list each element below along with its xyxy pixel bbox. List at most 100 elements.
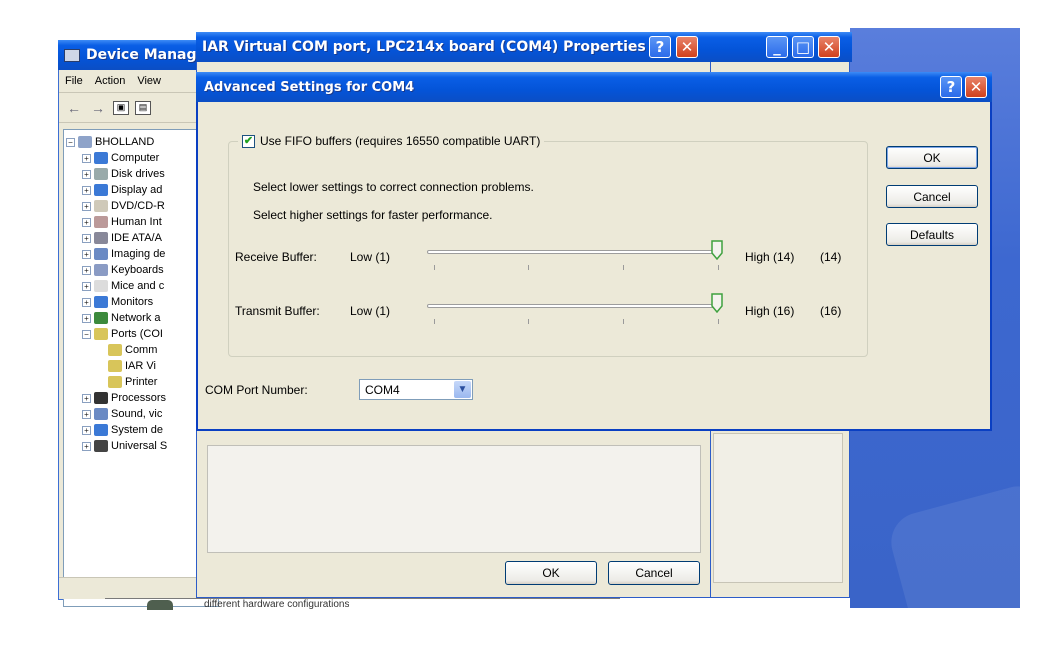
com-port-label: COM Port Number:: [205, 383, 308, 397]
tree-item[interactable]: Printer: [108, 374, 157, 390]
forward-arrow-icon[interactable]: →: [89, 99, 107, 117]
tree-item[interactable]: + Mice and c: [82, 278, 164, 294]
slider-tick: [718, 265, 719, 270]
menu-action[interactable]: Action: [95, 75, 126, 88]
tree-item[interactable]: Comm: [108, 342, 157, 358]
cancel-button[interactable]: Cancel: [608, 561, 700, 585]
tree-item[interactable]: + Sound, vic: [82, 406, 162, 422]
menu-file[interactable]: File: [65, 75, 83, 88]
fifo-checkbox-row[interactable]: ✔ Use FIFO buffers (requires 16550 compa…: [238, 134, 545, 148]
tree-item[interactable]: + Display ad: [82, 182, 162, 198]
expand-icon[interactable]: +: [82, 313, 91, 323]
tree-item[interactable]: + Keyboards: [82, 262, 164, 278]
ide-icon: [94, 232, 108, 244]
expand-icon[interactable]: +: [82, 297, 91, 307]
console-tree-icon[interactable]: ▣: [113, 100, 129, 115]
minimize-icon[interactable]: _: [766, 36, 788, 58]
defaults-button[interactable]: Defaults: [886, 223, 978, 246]
port-icon: [108, 344, 122, 356]
transmit-buffer-slider-track[interactable]: [427, 304, 717, 308]
ok-button[interactable]: OK: [505, 561, 597, 585]
tree-item[interactable]: IAR Vi: [108, 358, 156, 374]
close-icon[interactable]: ✕: [965, 76, 987, 98]
hint-lower-text: Select lower settings to correct connect…: [253, 180, 534, 194]
chevron-down-icon[interactable]: ▼: [454, 381, 471, 398]
expand-icon[interactable]: +: [82, 425, 91, 435]
properties-icon[interactable]: ▤: [135, 100, 151, 115]
tree-root-label: BHOLLAND: [95, 136, 155, 148]
expand-icon[interactable]: +: [82, 185, 91, 195]
divider: [105, 598, 620, 599]
background-window-titlebar[interactable]: _ □ ✕: [706, 32, 852, 62]
slider-tick: [528, 265, 529, 270]
expand-icon[interactable]: +: [82, 281, 91, 291]
tree-item[interactable]: + Network a: [82, 310, 161, 326]
expand-icon[interactable]: +: [82, 249, 91, 259]
receive-buffer-slider-thumb[interactable]: [711, 240, 723, 260]
hint-higher-text: Select higher settings for faster perfor…: [253, 208, 493, 222]
advanced-settings-titlebar[interactable]: Advanced Settings for COM4 ? ✕: [196, 72, 992, 102]
transmit-buffer-label: Transmit Buffer:: [235, 304, 320, 318]
maximize-icon[interactable]: □: [792, 36, 814, 58]
port-icon: [94, 328, 108, 340]
tree-item[interactable]: + Processors: [82, 390, 166, 406]
expand-icon[interactable]: +: [82, 393, 91, 403]
tree-item[interactable]: + IDE ATA/A: [82, 230, 162, 246]
ok-button[interactable]: OK: [886, 146, 978, 169]
tree-item[interactable]: + Computer: [82, 150, 159, 166]
help-icon[interactable]: ?: [649, 36, 671, 58]
transmit-low-label: Low (1): [350, 304, 391, 318]
tree-item[interactable]: + Imaging de: [82, 246, 165, 262]
background-window-panel: [713, 433, 843, 583]
expand-icon[interactable]: +: [82, 153, 91, 163]
imaging-icon: [94, 248, 108, 260]
receive-buffer-slider-track[interactable]: [427, 250, 717, 254]
expand-icon[interactable]: +: [82, 201, 91, 211]
tree-item[interactable]: + Disk drives: [82, 166, 165, 182]
com-port-select[interactable]: COM4 ▼: [359, 379, 473, 400]
network-icon: [94, 312, 108, 324]
mouse-icon: [94, 280, 108, 292]
transmit-buffer-slider-thumb[interactable]: [711, 293, 723, 313]
system-icon: [94, 424, 108, 436]
hid-icon: [94, 216, 108, 228]
tree-item-label: Disk drives: [111, 168, 165, 180]
slider-tick: [718, 319, 719, 324]
tree-item[interactable]: + Universal S: [82, 438, 167, 454]
tree-item-label: Network a: [111, 312, 161, 324]
properties-titlebar[interactable]: IAR Virtual COM port, LPC214x board (COM…: [196, 32, 713, 62]
back-arrow-icon[interactable]: ←: [65, 99, 83, 117]
expand-icon[interactable]: +: [82, 233, 91, 243]
expand-icon[interactable]: +: [82, 409, 91, 419]
tree-item[interactable]: + System de: [82, 422, 163, 438]
expand-icon[interactable]: +: [82, 169, 91, 179]
close-icon[interactable]: ✕: [818, 36, 840, 58]
tree-item[interactable]: + Monitors: [82, 294, 153, 310]
advanced-settings-dialog: Advanced Settings for COM4 ? ✕ ✔ Use FIF…: [196, 72, 992, 431]
tree-item[interactable]: − Ports (COI: [82, 326, 163, 342]
fifo-checkbox[interactable]: ✔: [242, 134, 255, 148]
fifo-label: Use FIFO buffers (requires 16550 compati…: [260, 134, 541, 148]
close-icon[interactable]: ✕: [676, 36, 698, 58]
device-manager-title: Device Manage: [86, 47, 207, 63]
tree-item[interactable]: + Human Int: [82, 214, 162, 230]
cancel-button[interactable]: Cancel: [886, 185, 978, 208]
help-icon[interactable]: ?: [940, 76, 962, 98]
expand-icon[interactable]: +: [82, 217, 91, 227]
collapse-icon[interactable]: −: [66, 137, 75, 147]
computer-icon: [64, 48, 80, 62]
com-port-value: COM4: [365, 382, 400, 397]
display-icon: [94, 184, 108, 196]
properties-panel: [207, 445, 701, 553]
slider-tick: [623, 319, 624, 324]
collapse-icon[interactable]: −: [82, 329, 91, 339]
expand-icon[interactable]: +: [82, 441, 91, 451]
fifo-group: [228, 141, 868, 357]
menu-view[interactable]: View: [137, 75, 161, 88]
tree-item[interactable]: + DVD/CD-R: [82, 198, 165, 214]
transmit-value: (16): [820, 304, 842, 318]
tree-item-label: Processors: [111, 392, 167, 404]
expand-icon[interactable]: +: [82, 265, 91, 275]
receive-buffer-label: Receive Buffer:: [235, 250, 317, 264]
tree-root[interactable]: − BHOLLAND: [66, 134, 154, 150]
